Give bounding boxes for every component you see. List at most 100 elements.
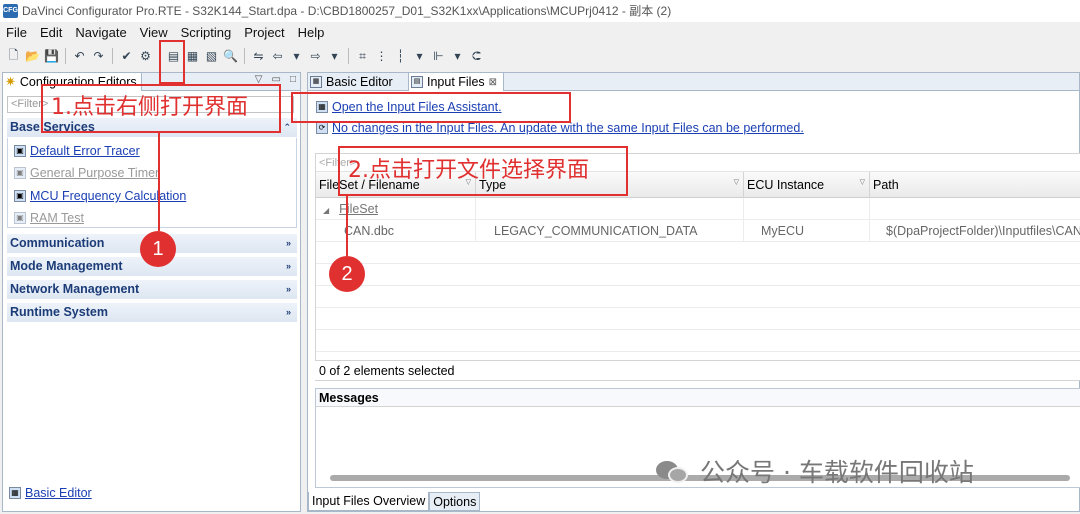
ecu-cell: MyECU — [744, 220, 870, 242]
report-icon[interactable]: ▧ — [203, 48, 220, 65]
new-icon[interactable]: 🗋 — [5, 48, 22, 65]
empty-cell — [744, 198, 870, 220]
section-runtime-system[interactable]: Runtime System » — [7, 303, 297, 322]
empty-cell — [476, 198, 744, 220]
redo-icon[interactable]: ↷ — [90, 48, 107, 65]
highlight-toolbar-button — [159, 40, 185, 84]
editor-icon: ▦ — [310, 76, 322, 88]
column-header-path[interactable]: Path — [870, 172, 1080, 198]
undo-icon[interactable]: ↶ — [71, 48, 88, 65]
path-cell: $(DpaProjectFolder)\Inputfiles\CAN — [886, 224, 1080, 238]
window-title-bar: DaVinci Configurator Pro.RTE - S32K144_S… — [0, 0, 1080, 22]
editor-icon[interactable]: ▦ — [184, 48, 201, 65]
basic-editor-link[interactable]: ▦ Basic Editor — [9, 486, 92, 500]
base-services-list: ▣ Default Error Tracer ▣ General Purpose… — [7, 138, 297, 228]
update-input-files-link[interactable]: ⟳ No changes in the Input Files. An upda… — [316, 121, 804, 135]
menubar: File Edit Navigate View Scripting Projec… — [0, 22, 1080, 42]
section-title: Mode Management — [10, 259, 123, 273]
tab-input-files-overview[interactable]: Input Files Overview — [308, 492, 430, 511]
tab-input-files[interactable]: ▤ Input Files ⊠ — [408, 73, 505, 91]
link-icon[interactable]: ⇋ — [250, 48, 267, 65]
toolbar-separator — [348, 48, 349, 64]
collapse-icon[interactable]: ◢ — [323, 206, 329, 215]
list-item-default-error-tracer[interactable]: ▣ Default Error Tracer — [14, 144, 140, 158]
tab-options[interactable]: Options — [429, 492, 481, 511]
chevron-down-icon: » — [285, 238, 291, 248]
chevron-down-icon: » — [285, 261, 291, 271]
tab-basic-editor[interactable]: ▦ Basic Editor — [308, 73, 399, 91]
table-row-empty — [316, 286, 1080, 308]
validate-icon[interactable]: ✔ — [118, 48, 135, 65]
annotation-box-step2: 2.点击打开文件选择界面 — [338, 146, 628, 196]
input-files-icon: ▤ — [411, 76, 423, 88]
filename-cell: CAN.dbc — [316, 220, 476, 242]
module-icon: ▣ — [14, 167, 26, 179]
tab-label: Basic Editor — [326, 75, 393, 89]
close-icon[interactable]: ⊠ — [489, 77, 497, 88]
header-label: Path — [873, 178, 899, 192]
table-row-empty — [316, 242, 1080, 264]
table-row-empty — [316, 308, 1080, 330]
watermark-text: 公众号 · 车载软件回收站 — [700, 458, 974, 487]
table-row[interactable]: CAN.dbc LEGACY_COMMUNICATION_DATA MyECU … — [316, 220, 1080, 242]
item-label: General Purpose Timer — [30, 166, 160, 180]
basic-editor-label: Basic Editor — [25, 486, 92, 500]
app-icon: CFG — [3, 4, 18, 18]
type-cell: LEGACY_COMMUNICATION_DATA — [476, 220, 744, 242]
menu-view[interactable]: View — [140, 25, 168, 40]
chevron-down-icon[interactable]: ▾ — [326, 48, 343, 65]
list-item-general-purpose-timer: ▣ General Purpose Timer — [14, 166, 159, 180]
sort-icon: ▽ — [733, 179, 739, 186]
step2-circle: 2 — [329, 256, 365, 292]
menu-scripting[interactable]: Scripting — [181, 25, 232, 40]
menu-navigate[interactable]: Navigate — [75, 25, 126, 40]
forward-icon[interactable]: ⇨ — [307, 48, 324, 65]
refresh-icon: ⟳ — [316, 122, 328, 134]
section-title: Network Management — [10, 282, 140, 296]
section-title: Communication — [10, 236, 105, 250]
section-network-management[interactable]: Network Management » — [7, 280, 297, 299]
item-label: RAM Test — [30, 211, 84, 225]
watermark: 公众号 · 车载软件回收站 — [656, 453, 974, 489]
toolbar-separator — [65, 48, 66, 64]
module-icon: ▣ — [14, 190, 26, 202]
tree-icon[interactable]: ⊩ — [430, 48, 447, 65]
annotation-step1-text: 1.点击右侧打开界面 — [51, 95, 248, 120]
menu-help[interactable]: Help — [298, 25, 325, 40]
list-item-mcu-frequency-calculation[interactable]: ▣ MCU Frequency Calculation — [14, 189, 186, 203]
module-icon: ▣ — [14, 145, 26, 157]
fileset-label: FileSet — [339, 202, 379, 216]
chevron-down-icon[interactable]: ▾ — [288, 48, 305, 65]
column-header-ecu-instance[interactable]: ECU Instance ▽ — [744, 172, 870, 198]
maximize-icon[interactable]: □ — [290, 74, 296, 85]
bookmark-icon[interactable]: ⮈ — [468, 48, 485, 65]
menu-project[interactable]: Project — [244, 25, 284, 40]
chevron-down-icon: » — [285, 307, 291, 317]
binary-icon[interactable]: ⋮ — [373, 48, 390, 65]
split-icon[interactable]: ┆ — [392, 48, 409, 65]
update-link-label: No changes in the Input Files. An update… — [332, 121, 804, 135]
table-row-fileset[interactable]: ◢ FileSet — [316, 198, 1080, 220]
back-icon[interactable]: ⇦ — [269, 48, 286, 65]
header-label: ECU Instance — [747, 178, 825, 192]
table-row-empty — [316, 330, 1080, 352]
annotation-step2-text: 2.点击打开文件选择界面 — [348, 158, 589, 183]
wechat-icon — [656, 457, 690, 485]
menu-edit[interactable]: Edit — [40, 25, 62, 40]
annotation-box-step1: 1.点击右侧打开界面 — [41, 84, 281, 133]
section-title: Runtime System — [10, 305, 108, 319]
table-row-empty — [316, 264, 1080, 286]
save-icon[interactable]: 💾 — [43, 48, 60, 65]
item-label: Default Error Tracer — [30, 144, 140, 158]
item-label: MCU Frequency Calculation — [30, 189, 187, 203]
selection-status: 0 of 2 elements selected — [315, 360, 1080, 380]
messages-title: Messages — [316, 389, 1080, 407]
chevron-down-icon[interactable]: ▾ — [449, 48, 466, 65]
chevron-down-icon[interactable]: ▾ — [411, 48, 428, 65]
find-icon[interactable]: 🔍 — [222, 48, 239, 65]
tab-label: Input Files — [427, 75, 485, 89]
generate-icon[interactable]: ⚙ — [137, 48, 154, 65]
open-folder-icon[interactable]: 📂 — [24, 48, 41, 65]
menu-file[interactable]: File — [6, 25, 27, 40]
hex-icon[interactable]: ⌗ — [354, 48, 371, 65]
